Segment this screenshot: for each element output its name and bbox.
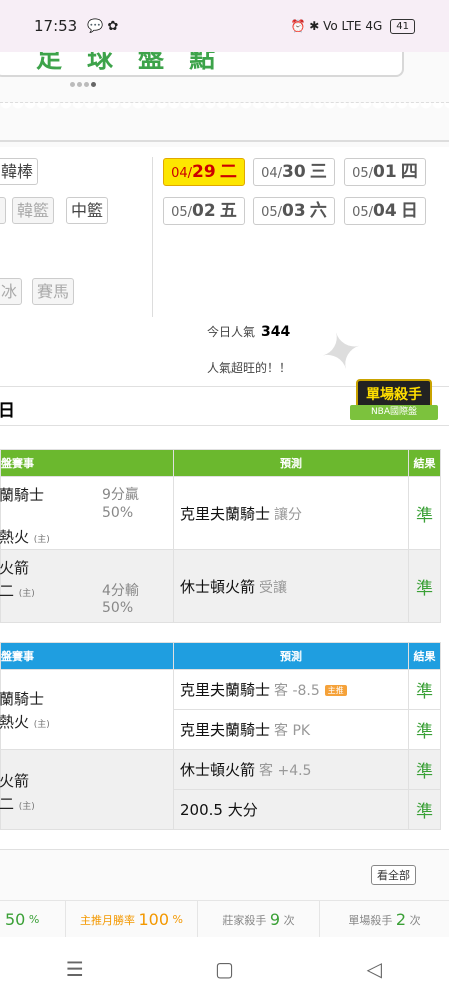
header-match: 盤賽事: [0, 449, 174, 477]
stat-win-rate: 50 %: [0, 901, 66, 938]
sport-tag-chinese-basketball[interactable]: 中籃: [66, 197, 109, 224]
table-header: 盤賽事 預測 結果: [0, 642, 441, 670]
prediction-table-spread: 盤賽事 預測 結果 蘭騎士 熱火 (主) 9分贏 50% 克里夫蘭騎士 讓分 準 …: [0, 449, 441, 623]
team-home: 二 (主): [0, 795, 35, 813]
date-button-0429[interactable]: 04/29 二: [163, 158, 245, 186]
system-nav-bar: ☰ ▢ ◁: [0, 937, 449, 1000]
prediction-cell: 200.5 大分: [173, 789, 409, 830]
menu-icon[interactable]: ☰: [45, 957, 105, 981]
match-rate-percent: 50%: [102, 505, 134, 521]
date-button-0501[interactable]: 05/01 四: [344, 158, 426, 186]
status-bar: 17:53 💬 ✿ ⏰ ✱ Vo LTE 4G 41: [0, 0, 449, 52]
match-rate-percent: 50%: [102, 600, 134, 616]
team-home: 熱火 (主): [0, 713, 50, 731]
prediction-cell: 休士頓火箭客 +4.5: [173, 749, 409, 790]
sport-tag-horse-racing[interactable]: 賽馬: [32, 278, 75, 305]
result-cell: 準: [408, 749, 441, 790]
match-cell: 火箭 二 (主): [0, 749, 174, 830]
banner: 足 球 盤 點: [0, 52, 449, 147]
header-result: 結果: [408, 449, 441, 477]
sport-tag-korean-basketball[interactable]: 韓籃: [12, 197, 55, 224]
result-cell: 準: [408, 789, 441, 830]
prediction-cell: 克里夫蘭騎士客 PK: [173, 709, 409, 750]
table-row[interactable]: 蘭騎士 熱火 (主) 克里夫蘭騎士客 -8.5 主推 準: [0, 669, 441, 750]
team-away: 蘭騎士: [0, 690, 45, 708]
carousel-dot[interactable]: [70, 82, 75, 87]
date-button-0503[interactable]: 05/03 六: [253, 197, 335, 225]
result-cell: 準: [408, 549, 441, 623]
scallop-divider: [0, 102, 449, 114]
carousel-dot[interactable]: [77, 82, 82, 87]
team-home: 二 (主): [0, 582, 35, 600]
team-away: 蘭騎士: [0, 486, 45, 504]
prediction-cell: 休士頓火箭 受讓: [173, 549, 409, 623]
divider: [0, 140, 449, 142]
carousel-dot-active[interactable]: [91, 82, 96, 87]
main-pick-badge: 主推: [324, 685, 347, 696]
stat-single-killer: 單場殺手 2 次: [348, 910, 421, 929]
match-cell: 蘭騎士 熱火 (主): [0, 669, 174, 750]
header-match: 盤賽事: [0, 642, 174, 670]
team-away: 火箭: [0, 559, 30, 577]
banner-box[interactable]: 足 球 盤 點: [0, 52, 404, 77]
team-away: 火箭: [0, 772, 30, 790]
filter-divider: [152, 157, 153, 317]
team-home: 熱火 (主): [0, 528, 50, 546]
stats-row: 50 % 主推月勝率 100 % 莊家殺手 9 次 單場殺手 2 次: [0, 900, 449, 938]
stats-panel: 看全部 50 % 主推月勝率 100 % 莊家殺手 9 次 單場殺手 2 次: [0, 849, 449, 938]
watermark-graphic: ✦: [313, 318, 370, 386]
popularity-count: 今日人氣 344: [207, 324, 291, 340]
popularity-note: 人氣超旺的！！: [207, 361, 292, 375]
date-button-0430[interactable]: 04/30 三: [253, 158, 335, 186]
prediction-table-odds: 盤賽事 預測 結果 蘭騎士 熱火 (主) 克里夫蘭騎士客 -8.5 主推 準 克…: [0, 642, 441, 830]
notification-icons: 💬 ✿: [87, 18, 119, 34]
carousel-dots: [70, 82, 96, 87]
result-cell: 準: [408, 709, 441, 750]
result-cell: 準: [408, 476, 441, 550]
battery-icon: 41: [390, 18, 415, 34]
table-row[interactable]: 火箭 二 (主) 休士頓火箭客 +4.5 準: [0, 749, 441, 830]
table-row[interactable]: 火箭 二 (主) 4分輸 50% 休士頓火箭 受讓 準: [0, 549, 441, 623]
section-header: 日 單場殺手 NBA國際盤: [0, 379, 449, 426]
carousel-dot[interactable]: [84, 82, 89, 87]
signal-icons: ⏰ ✱ Vo LTE 4G: [290, 19, 383, 33]
header-result: 結果: [408, 642, 441, 670]
system-icons: ⏰ ✱ Vo LTE 4G 41: [290, 18, 415, 34]
sport-tag-ice[interactable]: 冰: [0, 278, 23, 305]
section-day: 日: [0, 401, 15, 421]
back-icon[interactable]: ◁: [344, 957, 404, 981]
header-prediction: 預測: [173, 642, 409, 670]
date-button-0502[interactable]: 05/02 五: [163, 197, 245, 225]
match-cell: 火箭 二 (主) 4分輸 50%: [0, 549, 174, 623]
result-cell: 準: [408, 669, 441, 710]
prediction-cell: 克里夫蘭騎士客 -8.5 主推: [173, 669, 409, 710]
table-row[interactable]: 蘭騎士 熱火 (主) 9分贏 50% 克里夫蘭騎士 讓分 準: [0, 476, 441, 550]
sport-tag-korean-baseball[interactable]: 韓棒: [0, 158, 39, 185]
see-all-button[interactable]: 看全部: [371, 865, 416, 885]
clock: 17:53: [34, 17, 78, 35]
match-rate: 4分輸: [102, 583, 139, 599]
match-cell: 蘭騎士 熱火 (主) 9分贏 50%: [0, 476, 174, 550]
stat-banker-killer: 莊家殺手 9 次: [198, 901, 320, 938]
table-header: 盤賽事 預測 結果: [0, 449, 441, 477]
banner-title: 足 球 盤 點: [36, 52, 224, 74]
home-icon[interactable]: ▢: [194, 957, 254, 981]
sport-tag-partial[interactable]: [0, 197, 6, 224]
match-rate: 9分贏: [102, 487, 139, 503]
badge-ribbon: NBA國際盤: [350, 405, 438, 420]
single-killer-badge: 單場殺手 NBA國際盤: [350, 379, 438, 429]
prediction-cell: 克里夫蘭騎士 讓分: [173, 476, 409, 550]
date-button-0504[interactable]: 05/04 日: [344, 197, 426, 225]
stat-monthly-win-rate: 主推月勝率 100 %: [66, 901, 198, 938]
header-prediction: 預測: [173, 449, 409, 477]
